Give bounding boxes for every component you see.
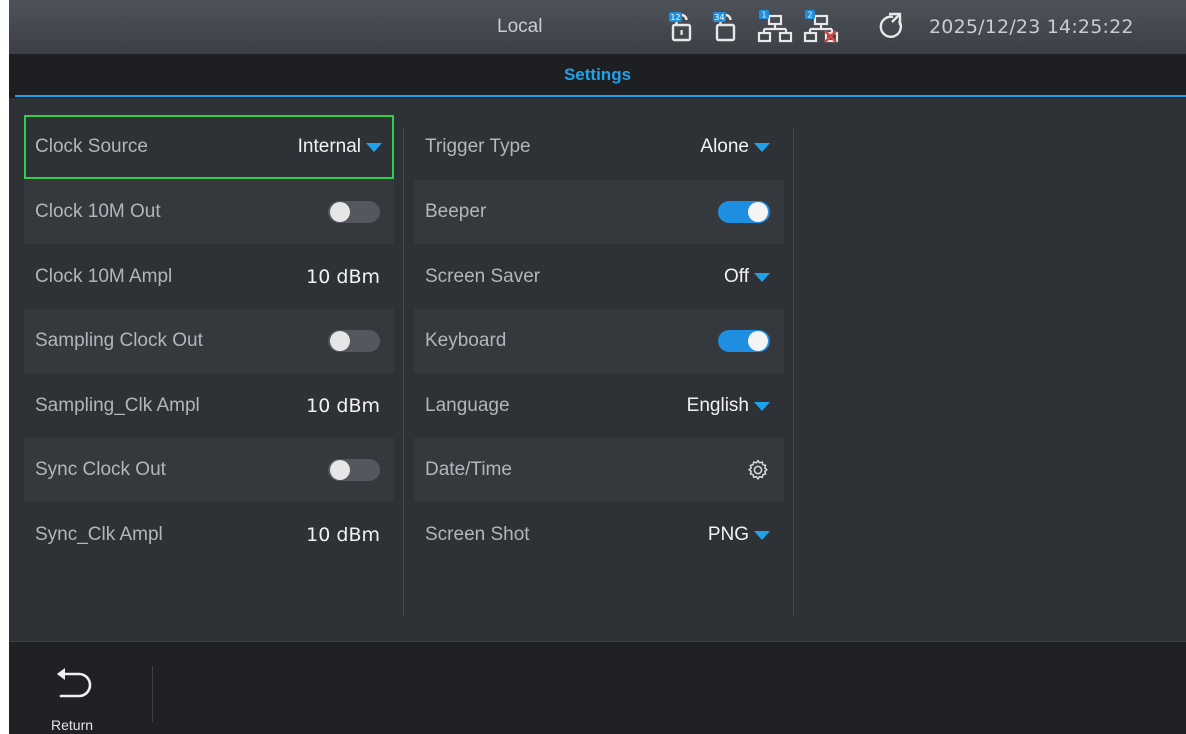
sampling-clock-out-row[interactable]: Sampling Clock Out — [24, 309, 394, 373]
sync-clk-ampl-label: Sync_Clk Ampl — [35, 524, 163, 545]
sync-clock-out-label: Sync Clock Out — [35, 459, 166, 480]
settings-panel: Clock Source Internal Clock 10M Out Cloc… — [9, 98, 1186, 641]
bottom-bar: Return — [9, 641, 1186, 734]
app-window: Local 12 34 1 2 2025/12/23 14:25:22 Sett… — [9, 0, 1186, 734]
chevron-down-icon — [754, 401, 770, 411]
clock-source-label: Clock Source — [35, 136, 148, 157]
clock-source-row[interactable]: Clock Source Internal — [24, 115, 394, 179]
sampling-clk-ampl-label: Sampling_Clk Ampl — [35, 395, 200, 416]
lock-12-icon[interactable]: 12 — [667, 9, 703, 45]
toggle-knob — [330, 331, 350, 351]
trigger-type-row[interactable]: Trigger Type Alone — [414, 115, 784, 179]
screen-shot-value: PNG — [707, 524, 749, 545]
sync-clk-ampl-row[interactable]: Sync_Clk Ampl 10 dBm — [24, 503, 394, 567]
page-title: Settings — [563, 65, 632, 84]
screen-saver-label: Screen Saver — [425, 266, 541, 287]
keyboard-toggle[interactable] — [718, 330, 770, 352]
sampling-clk-ampl-row[interactable]: Sampling_Clk Ampl 10 dBm — [24, 374, 394, 438]
toggle-knob — [330, 202, 350, 222]
screen-saver-row[interactable]: Screen Saver Off — [414, 245, 784, 309]
sync-clock-out-toggle[interactable] — [328, 459, 380, 481]
beeper-toggle[interactable] — [718, 201, 770, 223]
toggle-knob — [330, 460, 350, 480]
clock-10m-ampl-label: Clock 10M Ampl — [35, 266, 173, 287]
screen-shot-label: Screen Shot — [425, 524, 530, 545]
title-underline — [15, 95, 1186, 97]
column-divider-1 — [403, 128, 404, 616]
chevron-down-icon — [366, 142, 382, 152]
keyboard-row[interactable]: Keyboard — [414, 309, 784, 373]
remote-mode-label: Local — [497, 16, 543, 37]
chevron-down-icon — [754, 142, 770, 152]
clock-10m-out-label: Clock 10M Out — [35, 201, 161, 222]
title-bar: Settings — [9, 54, 1186, 98]
chevron-down-icon — [754, 272, 770, 282]
clock-source-value: Internal — [297, 136, 361, 157]
screen-saver-value: Off — [724, 266, 749, 287]
screen-shot-row[interactable]: Screen Shot PNG — [414, 503, 784, 567]
clock-source-dropdown[interactable]: Internal — [298, 136, 382, 158]
sync-clock-out-row[interactable]: Sync Clock Out — [24, 438, 394, 502]
svg-text:1: 1 — [762, 11, 767, 20]
keyboard-label: Keyboard — [425, 330, 507, 351]
chevron-down-icon — [754, 530, 770, 540]
network-2-disconnected-icon[interactable]: 2 — [803, 9, 839, 45]
screen-shot-dropdown[interactable]: PNG — [708, 524, 770, 546]
return-icon — [57, 668, 92, 698]
return-label: Return — [51, 717, 94, 733]
clock-10m-ampl-row[interactable]: Clock 10M Ampl 10 dBm — [24, 245, 394, 309]
bottom-separator — [152, 666, 153, 722]
clock-10m-ampl-value[interactable]: 10 dBm — [306, 266, 380, 288]
language-value: English — [686, 395, 749, 416]
beeper-row[interactable]: Beeper — [414, 180, 784, 244]
date-time-label: Date/Time — [425, 459, 512, 480]
toggle-knob — [748, 202, 768, 222]
language-dropdown[interactable]: English — [687, 395, 770, 417]
sync-clk-ampl-value[interactable]: 10 dBm — [306, 524, 380, 546]
gear-icon[interactable] — [746, 458, 770, 482]
sampling-clk-ampl-value[interactable]: 10 dBm — [306, 395, 380, 417]
date-time-row[interactable]: Date/Time — [414, 438, 784, 502]
return-button[interactable]: Return — [37, 666, 127, 733]
clock-10m-out-row[interactable]: Clock 10M Out — [24, 180, 394, 244]
screen-saver-dropdown[interactable]: Off — [724, 266, 770, 288]
clock-10m-out-toggle[interactable] — [328, 201, 380, 223]
network-1-icon[interactable]: 1 — [757, 9, 793, 45]
trigger-type-value: Alone — [700, 136, 749, 157]
toggle-knob — [748, 331, 768, 351]
language-label: Language — [425, 395, 510, 416]
column-divider-2 — [793, 128, 794, 616]
status-bar: Local 12 34 1 2 2025/12/23 14:25:22 — [9, 0, 1186, 54]
sampling-clock-out-label: Sampling Clock Out — [35, 330, 203, 351]
trigger-type-dropdown[interactable]: Alone — [700, 136, 770, 158]
trigger-type-label: Trigger Type — [425, 136, 531, 157]
beeper-label: Beeper — [425, 201, 487, 222]
refresh-icon[interactable] — [873, 9, 909, 45]
lock-34-icon[interactable]: 34 — [711, 9, 747, 45]
svg-text:34: 34 — [714, 13, 724, 22]
datetime-display: 2025/12/23 14:25:22 — [929, 16, 1134, 38]
svg-text:2: 2 — [808, 11, 813, 20]
language-row[interactable]: Language English — [414, 374, 784, 438]
sampling-clock-out-toggle[interactable] — [328, 330, 380, 352]
svg-text:12: 12 — [670, 13, 680, 22]
